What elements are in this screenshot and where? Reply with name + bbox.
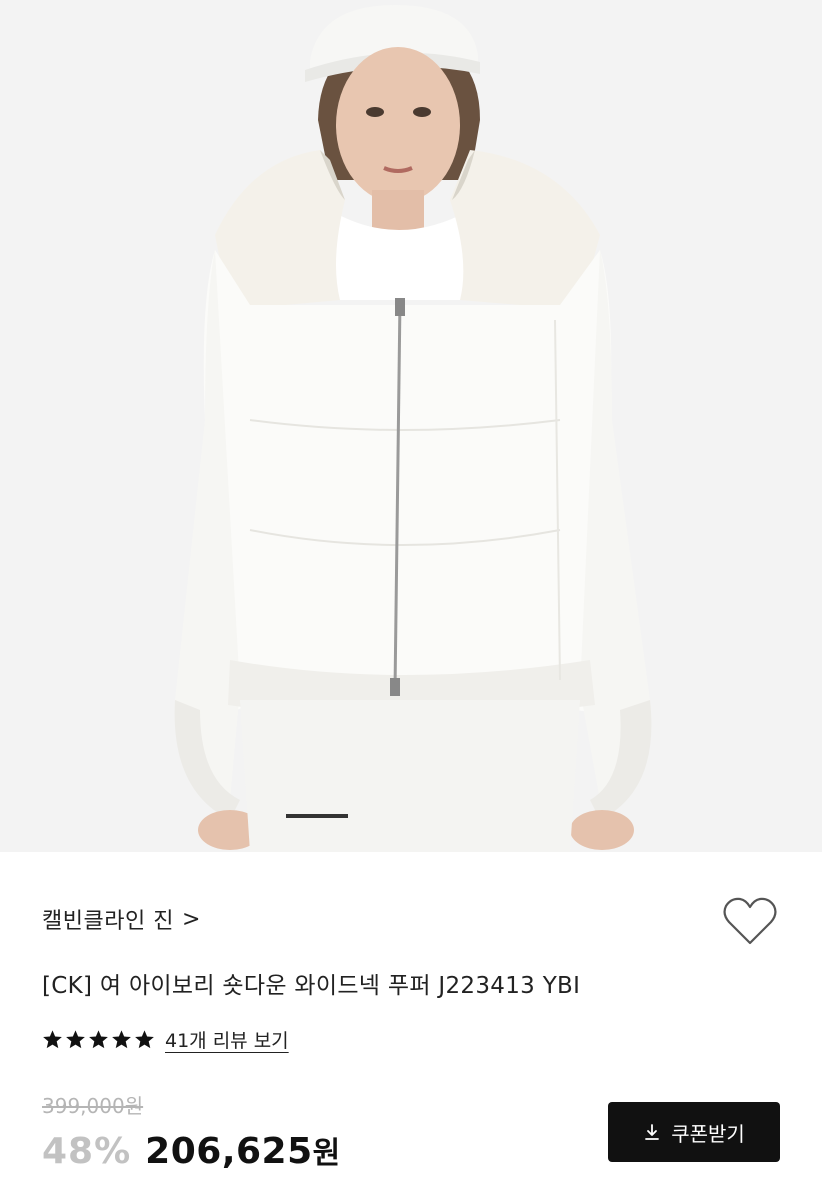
- star-filled-icon: [43, 1030, 62, 1049]
- rating-row: 41개 리뷰 보기: [42, 1026, 289, 1053]
- gallery-indicator-active: [286, 814, 348, 818]
- price-row: 48% 206,625원: [42, 1128, 341, 1172]
- sale-price: 206,625원: [145, 1128, 341, 1172]
- star-filled-icon: [112, 1030, 131, 1049]
- coupon-button[interactable]: 쿠폰받기: [608, 1102, 780, 1162]
- star-filled-icon: [66, 1030, 85, 1049]
- brand-link[interactable]: 캘빈클라인 진 >: [42, 902, 200, 936]
- sale-price-unit: 원: [312, 1136, 341, 1171]
- coupon-button-label: 쿠폰받기: [671, 1121, 745, 1146]
- heart-outline-icon[interactable]: [722, 896, 778, 948]
- star-filled-icon: [135, 1030, 154, 1049]
- brand-name: 캘빈클라인 진: [42, 909, 174, 934]
- gallery-indicator: [0, 814, 822, 818]
- product-title: [CK] 여 아이보리 숏다운 와이드넥 푸퍼 J223413 YBI: [42, 973, 581, 999]
- chevron-right-icon: >: [181, 906, 201, 932]
- review-link[interactable]: 41개 리뷰 보기: [165, 1026, 289, 1053]
- product-photo: [0, 0, 822, 852]
- star-filled-icon: [89, 1030, 108, 1049]
- sale-price-number: 206,625: [145, 1131, 313, 1172]
- star-rating: [42, 1029, 155, 1050]
- download-icon: [645, 1124, 660, 1140]
- original-price: 399,000원: [42, 1094, 144, 1118]
- discount-rate: 48%: [42, 1131, 132, 1172]
- product-image[interactable]: [0, 0, 822, 852]
